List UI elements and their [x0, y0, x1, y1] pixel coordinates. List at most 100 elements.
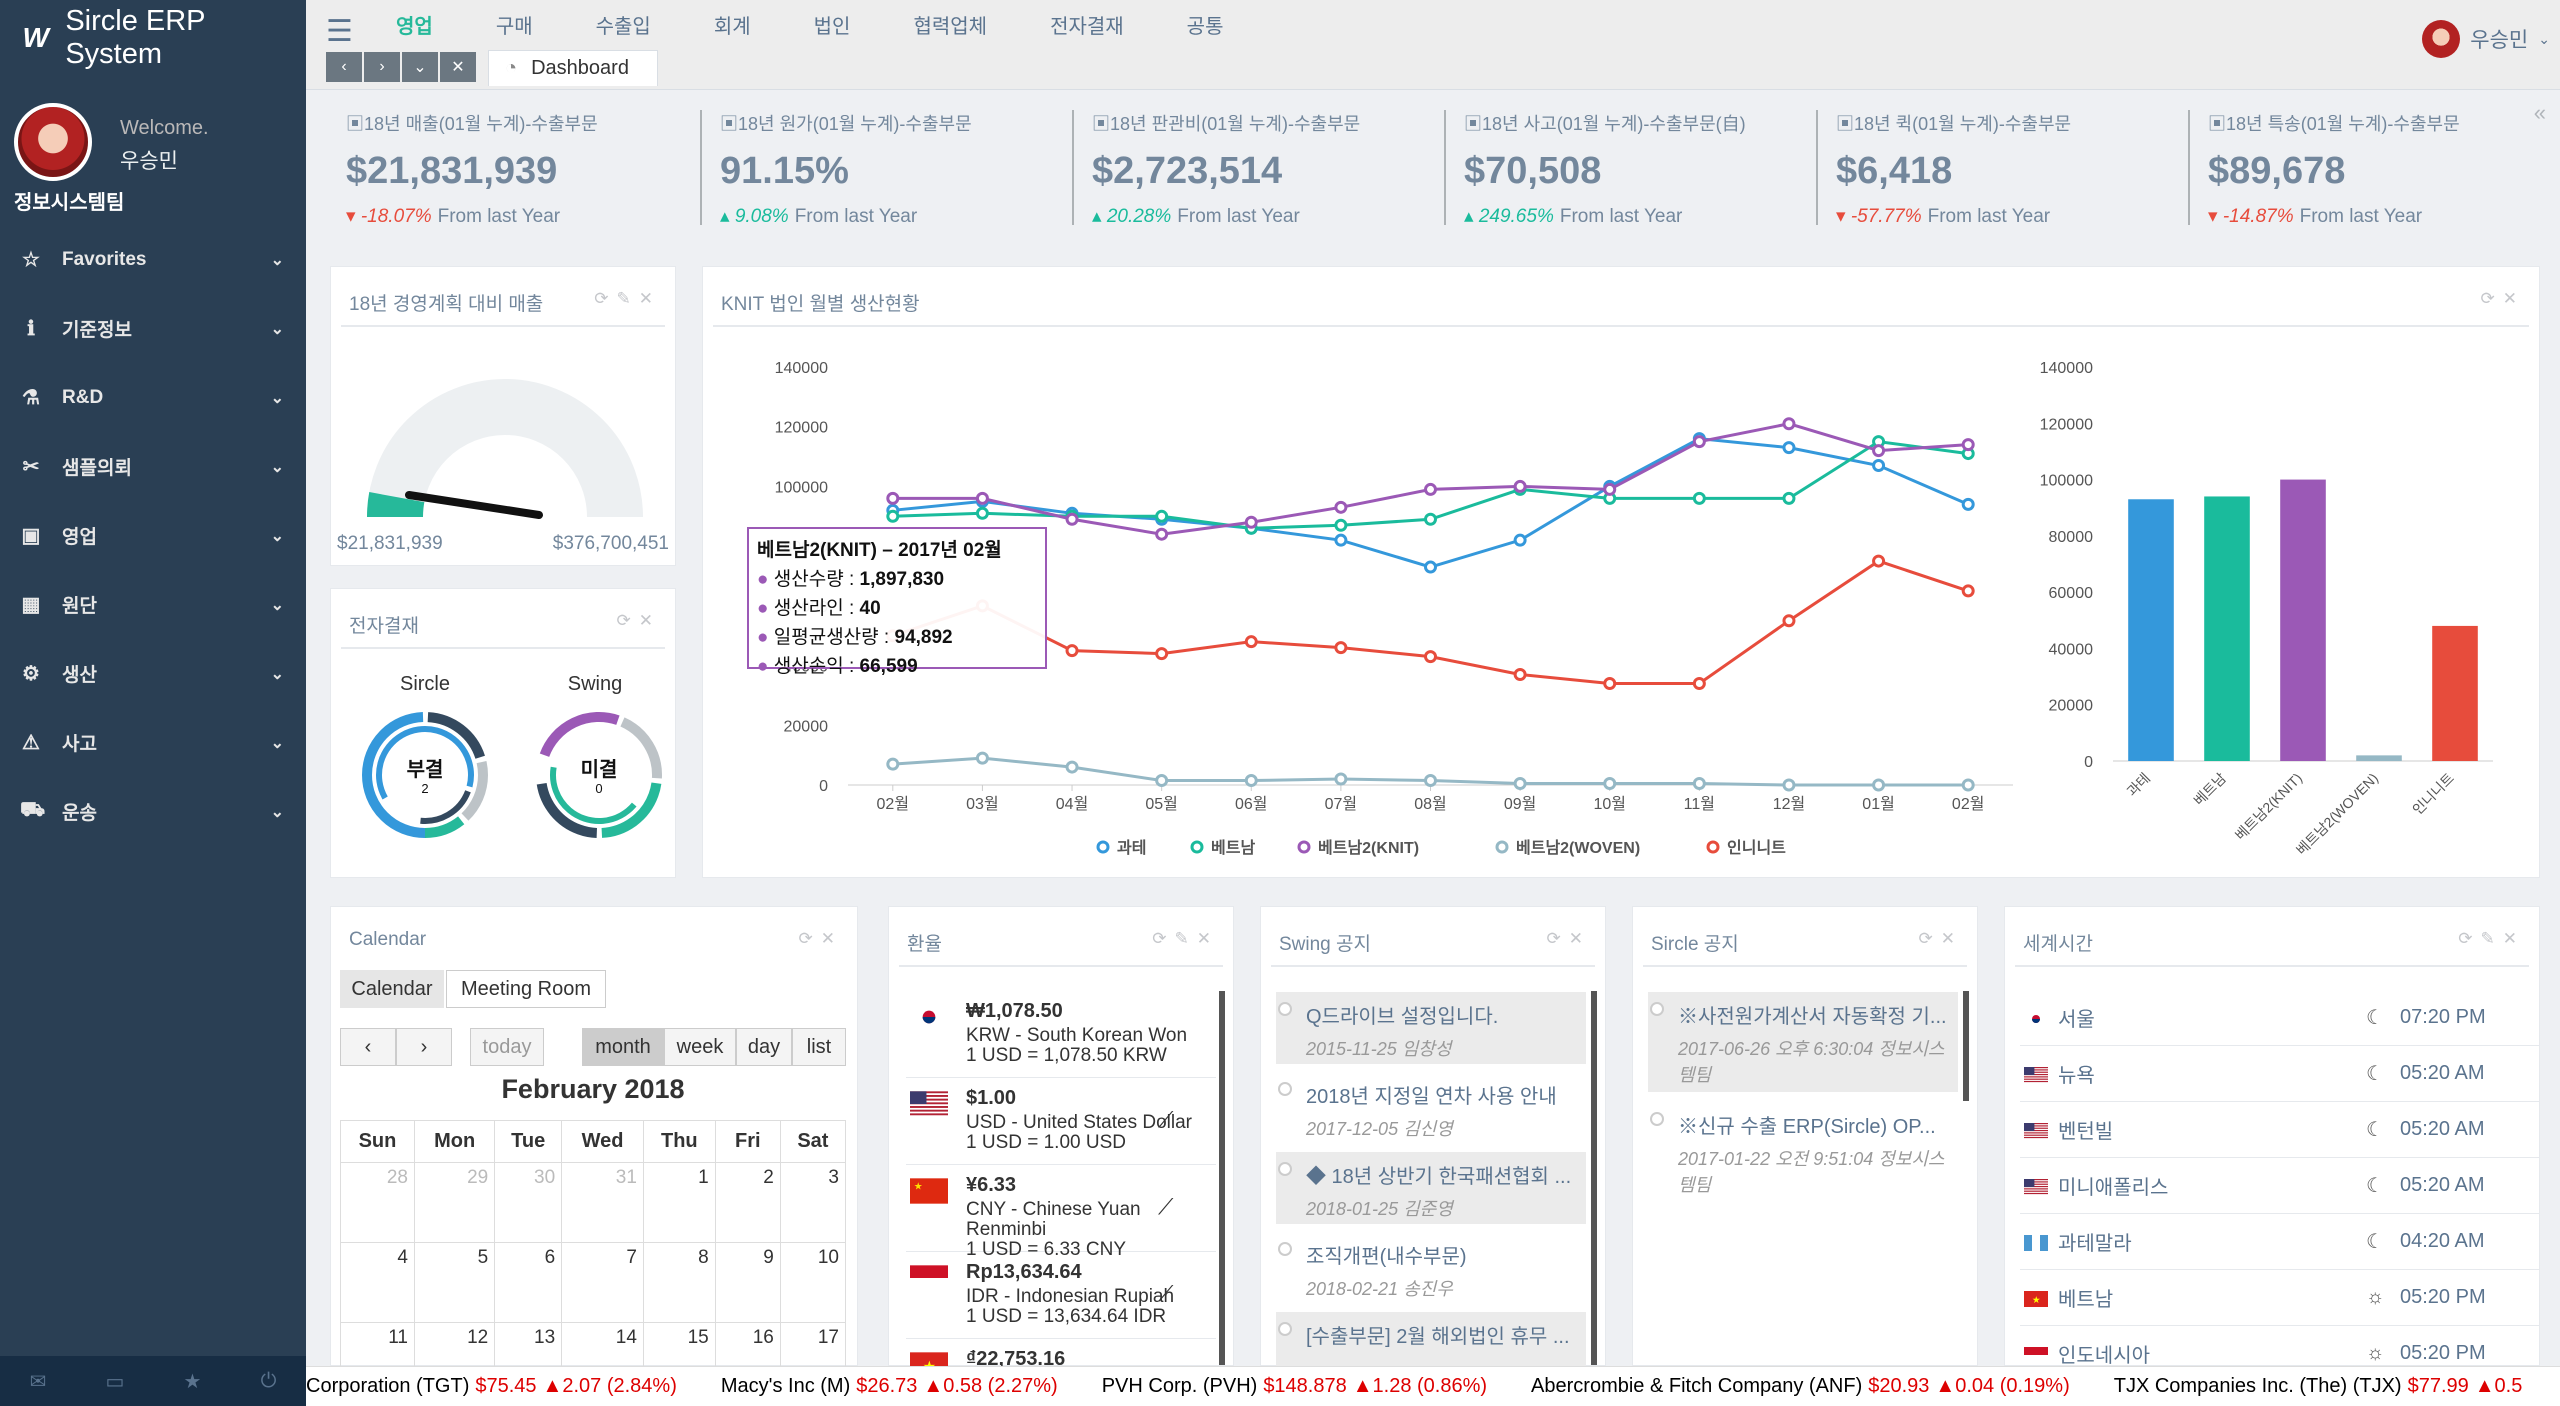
- user-menu[interactable]: 우승민 ⌄: [2422, 20, 2550, 58]
- series-point[interactable]: [1872, 444, 1886, 458]
- series-point[interactable]: [1692, 491, 1706, 505]
- bar[interactable]: [2204, 496, 2250, 761]
- close-tabs-icon[interactable]: ✕: [440, 52, 476, 82]
- view-month-button[interactable]: month: [582, 1028, 664, 1066]
- view-week-button[interactable]: week: [664, 1028, 736, 1066]
- series-point[interactable]: [1603, 482, 1617, 496]
- tab-module-7[interactable]: 공통: [1187, 10, 1224, 39]
- monitor-icon[interactable]: ▭: [105, 1369, 124, 1394]
- notice-item[interactable]: ◆ 18년 상반기 한국패션협회 ... 2018-01-25 김준영: [1276, 1152, 1586, 1224]
- sidebar-item-7[interactable]: ⚠ 사고 ⌄: [0, 708, 306, 777]
- sidebar-item-2[interactable]: ⚗ R&D ⌄: [0, 363, 306, 432]
- scrollbar[interactable]: [1219, 991, 1225, 1365]
- series-point[interactable]: [886, 491, 900, 505]
- notice-item[interactable]: Q드라이브 설정입니다. 2015-11-25 임창성: [1276, 992, 1586, 1064]
- tab-dashboard[interactable]: ◔ Dashboard: [488, 50, 658, 86]
- series-point[interactable]: [1782, 778, 1796, 792]
- series-point[interactable]: [1782, 441, 1796, 455]
- trend-chart-icon[interactable]: ⟋: [1158, 1194, 1173, 1220]
- series-point[interactable]: [1961, 497, 1975, 511]
- prev-tab-icon[interactable]: ‹: [326, 52, 362, 82]
- exchange-rate-row[interactable]: Rp13,634.64 IDR - Indonesian Rupiah 1 USD …: [906, 1253, 1216, 1339]
- today-button[interactable]: today: [470, 1028, 544, 1066]
- series-point[interactable]: [1424, 774, 1437, 788]
- legend-item[interactable]: 베트남2(WOVEN): [1495, 839, 1640, 857]
- series-point[interactable]: [975, 506, 989, 520]
- view-day-button[interactable]: day: [736, 1028, 792, 1066]
- bar[interactable]: [2128, 499, 2174, 761]
- bar[interactable]: [2280, 479, 2326, 761]
- legend-item[interactable]: 베트남: [1190, 839, 1255, 857]
- calendar-day[interactable]: 28: [340, 1162, 415, 1243]
- series-point[interactable]: [1334, 772, 1348, 786]
- series-point[interactable]: [1513, 479, 1527, 493]
- series-point[interactable]: [1692, 777, 1706, 791]
- series-point[interactable]: [1513, 533, 1527, 547]
- next-tab-icon[interactable]: ›: [364, 52, 400, 82]
- series-point[interactable]: [975, 751, 989, 765]
- legend-item[interactable]: 과테: [1096, 839, 1146, 857]
- tab-list-icon[interactable]: ⌄: [402, 52, 438, 82]
- sidebar-item-0[interactable]: ☆ Favorites ⌄: [0, 225, 306, 294]
- scrollbar[interactable]: [1963, 991, 1969, 1101]
- calendar-day[interactable]: 2: [714, 1162, 781, 1243]
- series-point[interactable]: [1155, 774, 1169, 788]
- series-point[interactable]: [1513, 668, 1527, 682]
- series-point[interactable]: [886, 509, 900, 523]
- sidebar-item-4[interactable]: ▣ 영업 ⌄: [0, 501, 306, 570]
- series-point[interactable]: [1603, 777, 1617, 791]
- series-point[interactable]: [1872, 554, 1886, 568]
- trend-chart-icon[interactable]: ⟋: [1158, 1281, 1173, 1307]
- sidebar-item-1[interactable]: ℹ 기준정보 ⌄: [0, 294, 306, 363]
- series-point[interactable]: [1961, 584, 1975, 598]
- series-point[interactable]: [1424, 560, 1437, 574]
- series-point[interactable]: [1334, 533, 1348, 547]
- tab-module-0[interactable]: 영업: [396, 10, 433, 39]
- series-point[interactable]: [1782, 417, 1796, 431]
- exchange-rate-row[interactable]: ★ ¥6.33 CNY - Chinese Yuan Renminbi 1 USD =…: [906, 1166, 1216, 1260]
- panel-tools[interactable]: ⟳✎✕: [1152, 929, 1219, 949]
- tab-module-3[interactable]: 회계: [714, 10, 751, 39]
- tab-module-5[interactable]: 협력업체: [913, 10, 987, 39]
- prev-month-button[interactable]: ‹: [340, 1028, 396, 1066]
- double-chevron-left-icon[interactable]: «: [2534, 100, 2546, 126]
- mail-icon[interactable]: ✉: [30, 1369, 47, 1394]
- bar[interactable]: [2432, 625, 2478, 761]
- calendar-day[interactable]: 6: [494, 1242, 563, 1323]
- calendar-day[interactable]: 9: [714, 1242, 781, 1323]
- series-point[interactable]: [1872, 459, 1886, 473]
- star-icon[interactable]: ★: [184, 1369, 202, 1394]
- series-point[interactable]: [1065, 760, 1079, 774]
- series-point[interactable]: [1334, 500, 1348, 514]
- sidebar-item-8[interactable]: ⛟ 운송 ⌄: [0, 777, 306, 846]
- panel-tools[interactable]: ⟳✎✕: [594, 289, 661, 309]
- series-point[interactable]: [1782, 491, 1796, 505]
- series-point[interactable]: [1513, 777, 1527, 791]
- notice-item[interactable]: 2018년 지정일 연차 사용 안내 2017-12-05 김신영: [1276, 1072, 1586, 1144]
- panel-tools[interactable]: ⟳✕: [799, 929, 844, 949]
- series-point[interactable]: [975, 491, 989, 505]
- series-point[interactable]: [1782, 614, 1796, 628]
- series-point[interactable]: [1603, 676, 1617, 690]
- calendar-day[interactable]: 1: [642, 1162, 716, 1243]
- series-point[interactable]: [1065, 644, 1079, 658]
- panel-tools[interactable]: ⟳✕: [1547, 929, 1592, 949]
- calendar-day[interactable]: 31: [561, 1162, 644, 1243]
- exchange-rate-row[interactable]: ₩1,078.50 KRW - South Korean Won 1 USD = 1…: [906, 992, 1216, 1078]
- menu-toggle-icon[interactable]: ☰: [326, 14, 353, 49]
- sidebar-item-6[interactable]: ⚙ 생산 ⌄: [0, 639, 306, 708]
- tab-module-4[interactable]: 법인: [814, 10, 851, 39]
- legend-item[interactable]: 베트남2(KNIT): [1297, 839, 1419, 857]
- calendar-day[interactable]: 4: [340, 1242, 415, 1323]
- series-point[interactable]: [1065, 512, 1079, 526]
- tab-module-1[interactable]: 구매: [496, 10, 533, 39]
- ticker-item[interactable]: Corporation (TGT) $75.45 ▲2.07 (2.84%): [306, 1375, 677, 1398]
- sidebar-item-5[interactable]: ▦ 원단 ⌄: [0, 570, 306, 639]
- notice-item[interactable]: ※신규 수출 ERP(Sircle) OP... 2017-01-22 오전 9:…: [1648, 1102, 1958, 1202]
- calendar-day[interactable]: 29: [413, 1162, 496, 1243]
- legend-item[interactable]: 인니니트: [1706, 839, 1786, 857]
- power-icon[interactable]: ⏻: [261, 1370, 277, 1393]
- view-list-button[interactable]: list: [792, 1028, 846, 1066]
- calendar-day[interactable]: 8: [642, 1242, 716, 1323]
- series-point[interactable]: [1961, 778, 1975, 792]
